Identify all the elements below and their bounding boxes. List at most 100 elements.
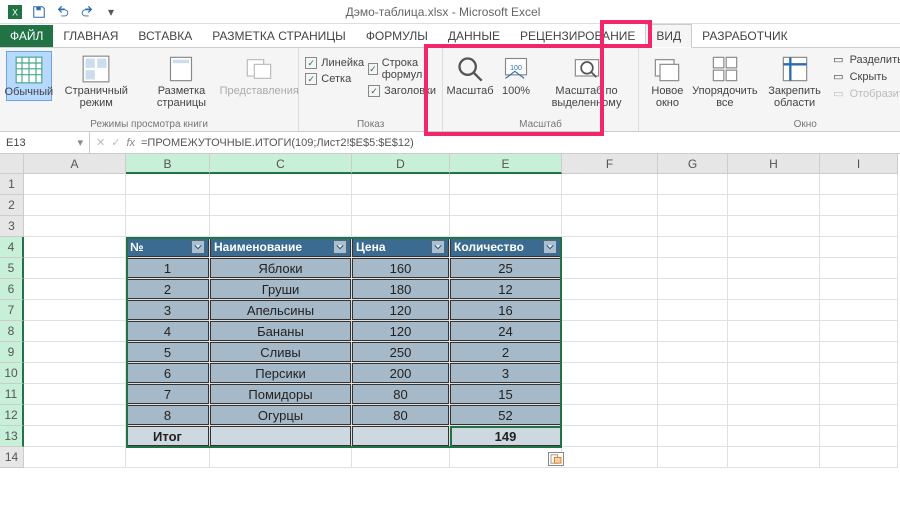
cell[interactable] bbox=[658, 237, 728, 258]
col-header[interactable]: A bbox=[24, 154, 126, 174]
worksheet-grid[interactable]: A B C D E F G H I 1234№НаименованиеЦенаК… bbox=[0, 154, 900, 468]
cell[interactable] bbox=[24, 384, 126, 405]
cell[interactable] bbox=[210, 447, 352, 468]
formula-text[interactable]: =ПРОМЕЖУТОЧНЫЕ.ИТОГИ(109;Лист2!$E$5:$E$1… bbox=[141, 137, 414, 149]
col-header[interactable]: G bbox=[658, 154, 728, 174]
cell[interactable] bbox=[450, 174, 562, 195]
table-data-cell[interactable]: Помидоры bbox=[210, 384, 351, 404]
tab-review[interactable]: РЕЦЕНЗИРОВАНИЕ bbox=[510, 25, 645, 47]
table-footer-cell[interactable] bbox=[352, 426, 449, 446]
cell[interactable] bbox=[450, 216, 562, 237]
tab-view[interactable]: ВИД bbox=[645, 24, 692, 48]
cell[interactable] bbox=[24, 426, 126, 447]
table-footer-cell[interactable]: Итог bbox=[126, 426, 209, 446]
cell[interactable] bbox=[820, 363, 898, 384]
table-data-cell[interactable]: Персики bbox=[210, 363, 351, 383]
table-data-cell[interactable]: 15 bbox=[450, 384, 561, 404]
qat-dropdown-icon[interactable]: ▾ bbox=[100, 3, 122, 21]
cell[interactable]: 80 bbox=[352, 384, 450, 405]
table-header-cell[interactable]: № bbox=[126, 237, 209, 257]
name-box[interactable]: E13▾ bbox=[0, 132, 90, 153]
cell[interactable]: 200 bbox=[352, 363, 450, 384]
cell[interactable] bbox=[24, 237, 126, 258]
zoom-100-button[interactable]: 100 100% bbox=[495, 51, 537, 99]
col-header[interactable]: F bbox=[562, 154, 658, 174]
split-button[interactable]: ▭Разделить bbox=[833, 53, 900, 66]
cell[interactable] bbox=[210, 426, 352, 447]
cell[interactable] bbox=[126, 195, 210, 216]
cell[interactable] bbox=[126, 174, 210, 195]
freeze-button[interactable]: Закрепить области bbox=[760, 51, 829, 111]
table-data-cell[interactable]: Огурцы bbox=[210, 405, 351, 425]
cell[interactable] bbox=[562, 258, 658, 279]
cell[interactable] bbox=[728, 195, 820, 216]
cell[interactable] bbox=[728, 447, 820, 468]
cell[interactable]: Огурцы bbox=[210, 405, 352, 426]
cell[interactable]: 4 bbox=[126, 321, 210, 342]
cell[interactable] bbox=[450, 195, 562, 216]
cell[interactable] bbox=[562, 195, 658, 216]
col-header[interactable]: D bbox=[352, 154, 450, 174]
cell[interactable] bbox=[24, 174, 126, 195]
col-header[interactable]: C bbox=[210, 154, 352, 174]
cell[interactable] bbox=[126, 216, 210, 237]
cell[interactable] bbox=[24, 195, 126, 216]
cell[interactable] bbox=[562, 342, 658, 363]
tab-formulas[interactable]: ФОРМУЛЫ bbox=[356, 25, 438, 47]
table-data-cell[interactable]: 80 bbox=[352, 384, 449, 404]
row-header[interactable]: 10 bbox=[0, 363, 24, 384]
cell[interactable] bbox=[820, 195, 898, 216]
table-data-cell[interactable]: 7 bbox=[126, 384, 209, 404]
col-header[interactable]: H bbox=[728, 154, 820, 174]
table-data-cell[interactable]: 12 bbox=[450, 279, 561, 299]
cell[interactable] bbox=[24, 300, 126, 321]
cell[interactable] bbox=[728, 216, 820, 237]
table-header-cell[interactable]: Наименование bbox=[210, 237, 351, 257]
zoom-button[interactable]: Масштаб bbox=[449, 51, 491, 99]
cell[interactable] bbox=[352, 174, 450, 195]
normal-view-button[interactable]: Обычный bbox=[6, 51, 52, 101]
custom-views-button[interactable]: Представления bbox=[226, 51, 292, 99]
cell[interactable] bbox=[658, 300, 728, 321]
cell[interactable] bbox=[820, 342, 898, 363]
cell[interactable]: Сливы bbox=[210, 342, 352, 363]
cell[interactable] bbox=[562, 216, 658, 237]
cell[interactable] bbox=[562, 174, 658, 195]
tab-file[interactable]: ФАЙЛ bbox=[0, 25, 53, 47]
ruler-checkbox[interactable]: ✓Линейка bbox=[305, 57, 364, 69]
cell[interactable]: 3 bbox=[450, 363, 562, 384]
table-data-cell[interactable]: 160 bbox=[352, 258, 449, 278]
cell[interactable] bbox=[728, 384, 820, 405]
table-data-cell[interactable]: 200 bbox=[352, 363, 449, 383]
table-data-cell[interactable]: Сливы bbox=[210, 342, 351, 362]
cell[interactable] bbox=[658, 405, 728, 426]
cell[interactable] bbox=[562, 426, 658, 447]
cell[interactable] bbox=[820, 258, 898, 279]
cell[interactable] bbox=[658, 258, 728, 279]
cancel-icon[interactable]: ✕ bbox=[96, 136, 105, 149]
cell[interactable]: 8 bbox=[126, 405, 210, 426]
table-data-cell[interactable]: 3 bbox=[450, 363, 561, 383]
table-data-cell[interactable]: 120 bbox=[352, 300, 449, 320]
table-data-cell[interactable]: 16 bbox=[450, 300, 561, 320]
cell[interactable] bbox=[728, 300, 820, 321]
cell[interactable]: 180 bbox=[352, 279, 450, 300]
cell[interactable]: Цена bbox=[352, 237, 450, 258]
table-header-cell[interactable]: Цена bbox=[352, 237, 449, 257]
cell[interactable]: 7 bbox=[126, 384, 210, 405]
table-data-cell[interactable]: 3 bbox=[126, 300, 209, 320]
table-data-cell[interactable]: 250 bbox=[352, 342, 449, 362]
cell[interactable] bbox=[24, 321, 126, 342]
cell[interactable] bbox=[820, 279, 898, 300]
table-data-cell[interactable]: 80 bbox=[352, 405, 449, 425]
cell[interactable] bbox=[658, 342, 728, 363]
cell[interactable] bbox=[658, 426, 728, 447]
table-data-cell[interactable]: 24 bbox=[450, 321, 561, 341]
row-header[interactable]: 11 bbox=[0, 384, 24, 405]
cell[interactable] bbox=[820, 426, 898, 447]
table-data-cell[interactable]: Бананы bbox=[210, 321, 351, 341]
cell[interactable] bbox=[820, 216, 898, 237]
table-header-cell[interactable]: Количество bbox=[450, 237, 561, 257]
cell[interactable] bbox=[820, 300, 898, 321]
cell[interactable] bbox=[24, 363, 126, 384]
